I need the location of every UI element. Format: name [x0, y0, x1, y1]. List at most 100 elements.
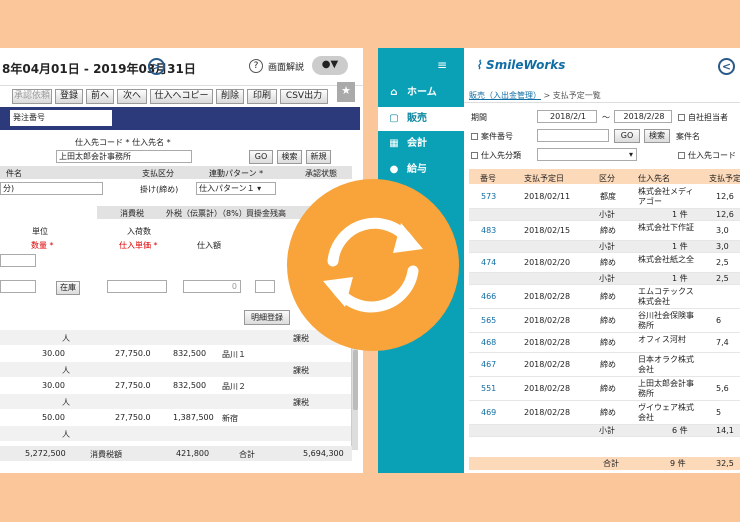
toolbar-button[interactable]: 削除: [216, 89, 244, 104]
cell-no[interactable]: 468: [481, 338, 496, 348]
user-menu-button[interactable]: ●▼: [312, 56, 348, 75]
search-button[interactable]: 検索: [277, 150, 302, 164]
note-input[interactable]: [255, 280, 275, 293]
scrollbar-thumb[interactable]: [353, 350, 358, 410]
balance-label: 買掛金残高: [246, 209, 286, 218]
cell-name: 株式会社メディアゴー: [638, 187, 694, 206]
col-kind: 区分: [599, 174, 615, 183]
case-name-label: 案件名: [676, 132, 700, 141]
cell-name: 日本オラク株式会社: [638, 355, 694, 374]
checkbox-icon: [471, 152, 478, 159]
new-button[interactable]: 新規: [306, 150, 331, 164]
toolbar-button[interactable]: 承認依頼: [12, 89, 52, 104]
pattern-header: 連動パターン *: [209, 169, 264, 178]
row-amount: 832,500: [173, 349, 207, 358]
row-amount: 1,387,500: [173, 413, 214, 422]
row-unit: 人: [62, 334, 70, 343]
received-qty-header: 入荷数: [127, 227, 151, 236]
cell-no[interactable]: 466: [481, 292, 496, 302]
bookmark-icon[interactable]: ★: [337, 82, 355, 102]
amount-input[interactable]: 0: [183, 280, 241, 293]
cell-name: エムコテックス株式会社: [638, 287, 694, 306]
cell-amt: 2,5: [716, 274, 729, 283]
cell-date: 2018/02/28: [524, 316, 571, 325]
cell-label: 小計: [599, 274, 615, 283]
row-amount: 832,500: [173, 381, 207, 390]
supplier-code-checkbox[interactable]: 仕入先コード: [678, 151, 736, 161]
checkbox-icon: [678, 114, 685, 121]
go-button[interactable]: GO: [614, 129, 640, 143]
sidebar-item-accounting[interactable]: ▦ 会計: [387, 134, 427, 154]
cell-amt: 12,6: [716, 192, 734, 201]
cell-count: 6 件: [672, 426, 688, 435]
unit-input[interactable]: [0, 254, 36, 267]
qty-input[interactable]: [0, 280, 36, 293]
sidebar-item-payroll[interactable]: ● 給与: [387, 160, 427, 180]
date-to-field[interactable]: 2018/2/28: [614, 110, 672, 123]
next-period-icon[interactable]: >: [148, 58, 165, 75]
tax-label: 消費税: [120, 209, 144, 218]
cell-no[interactable]: 565: [481, 316, 496, 326]
sidebar-item-home[interactable]: ⌂ ホーム: [387, 83, 436, 103]
cell-date: 2018/02/28: [524, 338, 571, 347]
unit-header: 単位: [32, 227, 48, 236]
cell-no[interactable]: 483: [481, 226, 496, 236]
toolbar-button[interactable]: 仕入へコピー: [150, 89, 213, 104]
case-name-field[interactable]: 分): [0, 182, 103, 195]
case-number-field[interactable]: [537, 129, 609, 142]
cell-amt: 12,6: [716, 210, 734, 219]
sidebar-item-sales[interactable]: ▢ 販売: [387, 109, 427, 129]
toolbar-button[interactable]: CSV出力: [280, 89, 328, 104]
cell-no[interactable]: 469: [481, 408, 496, 418]
breadcrumb-link[interactable]: 販売（入出金管理）: [469, 91, 541, 100]
go-button[interactable]: GO: [249, 150, 273, 164]
cell-no[interactable]: 573: [481, 192, 496, 202]
supplier-class-select[interactable]: ▾: [537, 148, 637, 161]
cell-no[interactable]: 467: [481, 360, 496, 370]
search-button[interactable]: 検索: [644, 129, 670, 143]
detail-register-button[interactable]: 明細登録: [244, 310, 290, 325]
row-unit: 人: [62, 366, 70, 375]
toolbar-button[interactable]: 前へ: [86, 89, 114, 104]
cell-no[interactable]: 474: [481, 258, 496, 268]
toolbar-button[interactable]: 登録: [55, 89, 83, 104]
cell-label: 小計: [599, 242, 615, 251]
order-number-label: 発注番号: [10, 110, 112, 126]
cell-amt: 3,0: [716, 242, 729, 251]
cart-icon: ▢: [389, 113, 399, 124]
moneybag-icon: ●: [389, 164, 399, 175]
own-staff-checkbox[interactable]: 自社担当者: [678, 113, 728, 123]
row-price: 27,750.0: [115, 413, 151, 422]
cell-count: 1 件: [672, 210, 688, 219]
toolbar-button[interactable]: 印刷: [247, 89, 277, 104]
help-label[interactable]: 画面解説: [268, 60, 304, 73]
date-from-field[interactable]: 2018/2/1: [537, 110, 597, 123]
cell-kind: 締め: [600, 226, 616, 235]
pattern-select[interactable]: 仕入パターン１ ▾: [196, 182, 276, 195]
home-icon: ⌂: [390, 87, 398, 98]
sync-badge: [287, 179, 459, 351]
col-date: 支払予定日: [524, 174, 564, 183]
cell-no[interactable]: 551: [481, 384, 496, 394]
breadcrumb: 販売（入出金管理） > 支払予定一覧: [469, 91, 601, 100]
stock-button[interactable]: 在庫: [56, 281, 80, 295]
row-unit: 人: [62, 398, 70, 407]
unit-price-input[interactable]: [107, 280, 167, 293]
help-icon[interactable]: ?: [249, 59, 263, 73]
page: { "left_window": { "period": "8年04月01日 -…: [0, 0, 740, 522]
prev-icon[interactable]: <: [718, 58, 735, 75]
case-number-checkbox[interactable]: 案件番号: [471, 132, 513, 142]
cell-name: ヴイウェア株式会社: [638, 403, 694, 422]
row-note: 品川２: [222, 382, 246, 391]
hamburger-icon[interactable]: ≡: [437, 58, 447, 72]
supplier-name-field[interactable]: 上田太郎会計事務所: [56, 150, 192, 163]
payment-header: 支払区分: [142, 169, 174, 178]
supplier-class-checkbox[interactable]: 仕入先分類: [471, 151, 521, 161]
row-note: 品川１: [222, 350, 246, 359]
table-row: [0, 426, 352, 441]
cell-kind: 締め: [600, 384, 616, 393]
cell-amt: 5,6: [716, 384, 729, 393]
toolbar-button[interactable]: 次へ: [117, 89, 147, 104]
supplier-header: 仕入先コード * 仕入先名 *: [75, 138, 171, 147]
unit-price-header: 仕入単価 *: [119, 241, 158, 250]
